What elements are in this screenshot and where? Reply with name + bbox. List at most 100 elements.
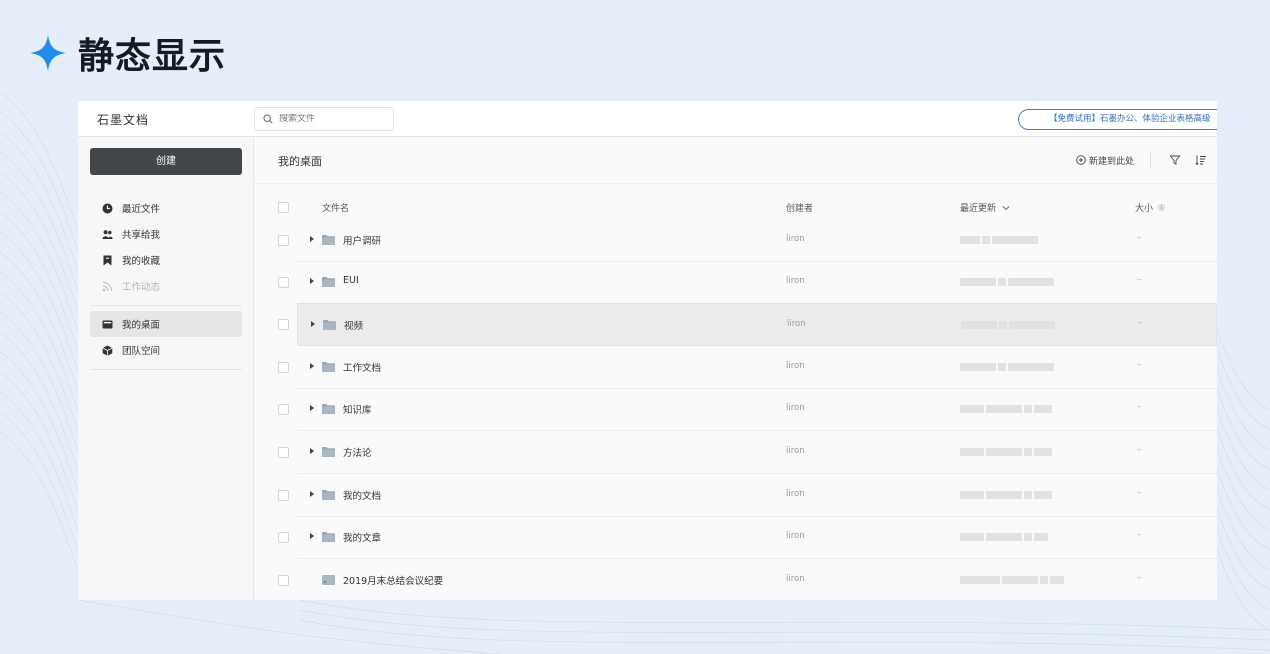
file-updated-blurred [960,489,1054,501]
slide-title-text: 静态显示 [78,36,227,77]
row-checkbox[interactable] [278,319,289,330]
file-name[interactable]: 工作文档 [343,360,381,374]
row-checkbox[interactable] [278,404,289,415]
expand-arrow-icon[interactable] [310,491,314,497]
clock-icon [102,203,113,214]
file-name[interactable]: 用户调研 [343,233,381,247]
file-name[interactable]: 2019月末总结会议纪要 [343,573,443,587]
table-row[interactable]: EUI liron – [297,261,1217,304]
row-checkbox[interactable] [278,235,289,246]
row-checkbox[interactable] [278,362,289,373]
expand-arrow-icon[interactable] [311,321,315,327]
create-button[interactable]: 创建 [90,148,242,175]
new-here-button[interactable]: 新建到此处 [1076,154,1134,167]
sidebar-item-label: 团队空间 [122,346,161,357]
expand-arrow-icon[interactable] [310,278,314,284]
table-row[interactable]: 知识库 liron – [297,388,1217,431]
folder-icon [323,320,336,330]
expand-arrow-icon[interactable] [310,448,314,454]
column-header-size[interactable]: 大小 [1135,201,1166,214]
column-header-updated-label: 最近更新 [960,204,997,214]
file-creator: liron [786,234,805,244]
toolbar: 新建到此处 [1076,153,1207,167]
search-box[interactable] [254,107,394,131]
brand-logo-text[interactable]: 石墨文档 [97,111,149,128]
file-creator: liron [786,489,805,499]
row-checkbox[interactable] [278,490,289,501]
file-updated-blurred [961,319,1057,331]
expand-arrow-icon[interactable] [310,533,314,539]
file-name[interactable]: 知识库 [343,402,372,416]
sidebar-item-team-space[interactable]: 团队空间 [90,337,242,363]
folder-icon [322,490,335,500]
table-row[interactable]: 视频 liron – [297,303,1217,346]
sidebar-divider [90,369,242,370]
free-trial-banner[interactable]: 【免费试用】石墨办公、体验企业表格高级 [1018,109,1217,130]
top-bar: 石墨文档 【免费试用】石墨办公、体验企业表格高级 [78,101,1217,137]
file-creator: liron [786,531,805,541]
sidebar-divider [90,305,242,306]
column-header-updated[interactable]: 最近更新 [960,201,1010,214]
page-title: 我的桌面 [278,155,322,168]
expand-arrow-icon[interactable] [310,363,314,369]
table-row[interactable]: 工作文档 liron – [297,346,1217,389]
file-name[interactable]: 我的文档 [343,488,381,502]
file-name[interactable]: 方法论 [343,445,372,459]
sidebar-item-favorites[interactable]: 我的收藏 [90,247,242,273]
table-row[interactable]: 我的文档 liron – [297,474,1217,517]
file-size: – [1137,573,1142,583]
file-name[interactable]: 视频 [344,318,363,332]
column-header-size-label: 大小 [1135,204,1154,214]
new-here-label: 新建到此处 [1088,156,1134,167]
rss-icon [102,281,113,292]
slide-title: 静态显示 [28,30,227,77]
sort-icon[interactable] [1195,154,1207,166]
file-creator: liron [786,403,805,413]
file-creator: liron [786,276,805,286]
sidebar-item-recent[interactable]: 最近文件 [90,195,242,221]
column-header-creator[interactable]: 创建者 [786,201,813,214]
table-row[interactable]: 我的文章 liron – [297,516,1217,559]
sidebar-item-shared[interactable]: 共享给我 [90,221,242,247]
file-updated-blurred [960,234,1040,246]
table-row[interactable]: 用户调研 liron – [297,219,1217,262]
row-checkbox[interactable] [278,447,289,458]
row-checkbox[interactable] [278,575,289,586]
file-size: – [1137,488,1142,498]
file-size: – [1137,275,1142,285]
select-all-checkbox[interactable] [278,202,289,213]
sidebar-item-label: 我的桌面 [122,320,161,331]
table-row[interactable]: 2019月末总结会议纪要 liron – [297,559,1217,600]
desktop-icon [102,319,113,330]
folder-icon [322,532,335,542]
app-window: 石墨文档 【免费试用】石墨办公、体验企业表格高级 创建 最近文件 共享给我 [78,101,1217,600]
table-row[interactable]: 方法论 liron – [297,431,1217,474]
folder-icon [322,404,335,414]
row-checkbox[interactable] [278,532,289,543]
folder-icon [322,362,335,372]
file-updated-blurred [960,446,1054,458]
row-checkbox[interactable] [278,277,289,288]
file-size: – [1137,445,1142,455]
column-header-name[interactable]: 文件名 [322,201,349,214]
file-creator: liron [786,446,805,456]
users-icon [102,229,113,240]
folder-icon [322,447,335,457]
chevron-down-icon [1002,205,1010,210]
document-icon [322,575,335,585]
bookmark-icon [102,255,113,266]
expand-arrow-icon[interactable] [310,405,314,411]
sidebar-item-activity[interactable]: 工作动态 [90,273,242,299]
folder-icon [322,277,335,287]
file-size: – [1137,233,1142,243]
sparkle-star-icon [30,35,66,71]
search-input[interactable] [279,114,379,124]
file-creator: liron [786,574,805,584]
filter-icon[interactable] [1169,154,1181,166]
file-name[interactable]: 我的文章 [343,530,381,544]
info-icon [1157,203,1166,212]
expand-arrow-icon[interactable] [310,236,314,242]
sidebar-item-my-desktop[interactable]: 我的桌面 [90,311,242,337]
file-name[interactable]: EUI [343,275,359,286]
toolbar-divider [1150,153,1151,167]
